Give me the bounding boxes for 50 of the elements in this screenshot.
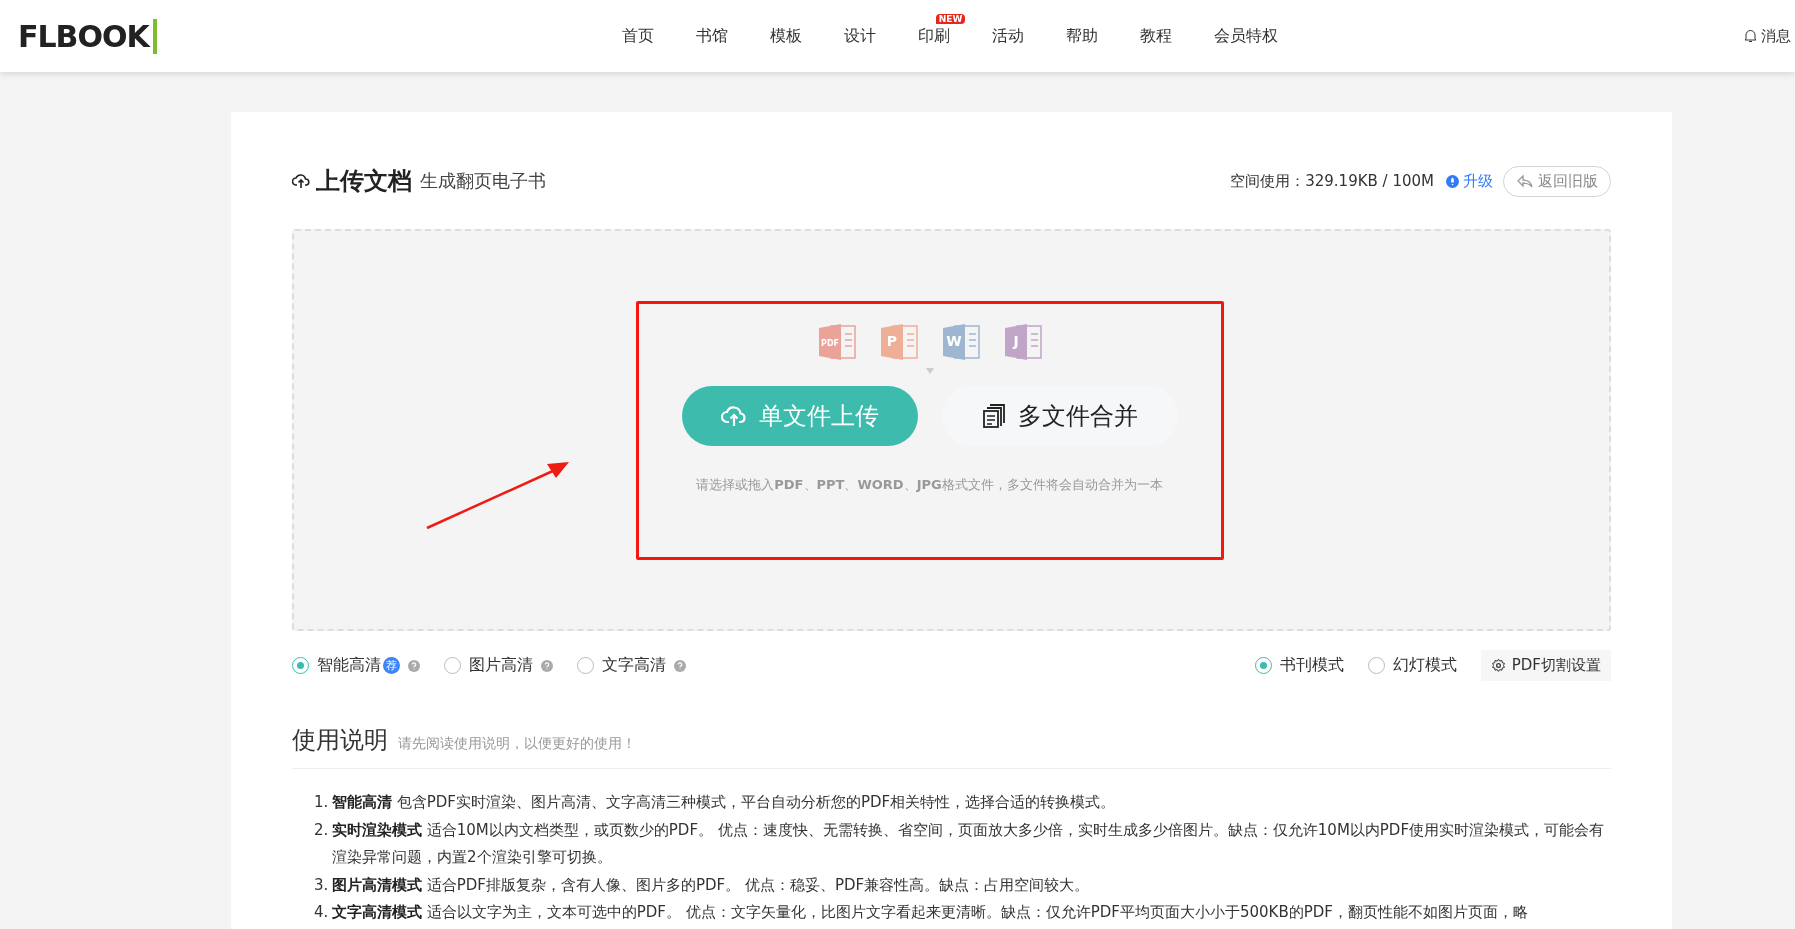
option-label: 幻灯模式 [1392,655,1457,676]
new-badge: NEW [935,13,966,24]
radio-button[interactable] [444,657,461,674]
nav-link[interactable]: 教程 [1140,25,1173,45]
help-icon[interactable] [408,659,420,672]
instructions-subtitle: 请先阅读使用说明，以便更好的使用！ [398,735,636,753]
pdf-split-settings-button[interactable]: PDF切割设置 [1480,650,1611,681]
option-label: 书刊模式 [1279,655,1344,676]
list-number: 4. [314,902,330,923]
documents-icon [981,402,1006,429]
instruction-text: 图片高清模式 适合PDF排版复杂，含有人像、图片多的PDF。 优点：稳妥、PDF兼容性高。缺点：占用空间较大。 [332,874,1090,896]
cloud-upload-icon [720,404,747,427]
option-label: 智能高清 [317,655,381,676]
list-number: 2. [314,819,330,841]
page-subtitle: 生成翻页电子书 [420,169,547,193]
page-title: 上传文档 [316,166,412,197]
instruction-text: 智能高清 包含PDF实时渲染、图片高清、文字高清三种模式，平台自动分析您的PDF相关特性，选择合适的转换模式。 [332,792,1116,813]
nav-link[interactable]: 模板 [770,25,803,45]
back-to-old-version-button[interactable]: 返回旧版 [1503,165,1611,197]
nav-link[interactable]: 会员特权 [1214,25,1279,45]
settings-icon [1490,658,1506,673]
logo[interactable]: FLBOOK [18,18,157,54]
radio-button[interactable] [577,657,594,674]
help-icon[interactable] [541,659,553,672]
multi-file-merge-button[interactable]: 多文件合并 [941,385,1178,446]
list-number: 3. [314,874,330,896]
nav-link[interactable]: 书馆 [696,25,729,45]
caret-icon [925,367,934,374]
radio-button[interactable] [292,657,309,674]
instructions-title: 使用说明 [292,725,388,756]
radio-button[interactable] [1254,657,1272,674]
option-label: 图片高清 [469,655,533,676]
nav-link[interactable]: 帮助 [1066,25,1099,45]
notifications-link[interactable]: 消息 [1744,26,1791,46]
reply-arrow-icon [1516,174,1534,188]
help-icon[interactable] [674,659,686,672]
recommended-badge: 荐 [383,657,400,674]
instruction-text: 文字高清模式 适合以文字为主，文本可选中的PDF。 优点：文字矢量化，比图片文字看起来更清晰。缺点：仅允许PDF平均页面大小小于500KB的PDF，翻页性能不如图片页面，略 [332,902,1528,923]
list-number: 1. [314,792,330,813]
bell-icon [1744,29,1757,43]
nav-link[interactable]: 印刷 [918,25,951,45]
nav-link[interactable]: 设计 [844,25,877,45]
radio-button[interactable] [1367,657,1385,674]
instruction-text: 实时渲染模式 适合10M以内文档类型，或页数少的PDF。 优点：速度快、无需转换、省空间，页面放大多少倍，实时生成多少倍图片。缺点：仅允许10M以内PDF使用实时渲染模式，可能会有渲染异常问题，内置2个渲染引擎可切换。 [332,819,1606,868]
option-label: 文字高清 [602,655,666,676]
upgrade-link[interactable]: 升级 [1446,171,1493,191]
cloud-upload-icon [292,173,310,189]
storage-usage: 空间使用：329.19KB / 100M [1230,171,1434,191]
nav-link[interactable]: 活动 [992,25,1025,45]
nav-link[interactable]: 首页 [622,25,655,45]
